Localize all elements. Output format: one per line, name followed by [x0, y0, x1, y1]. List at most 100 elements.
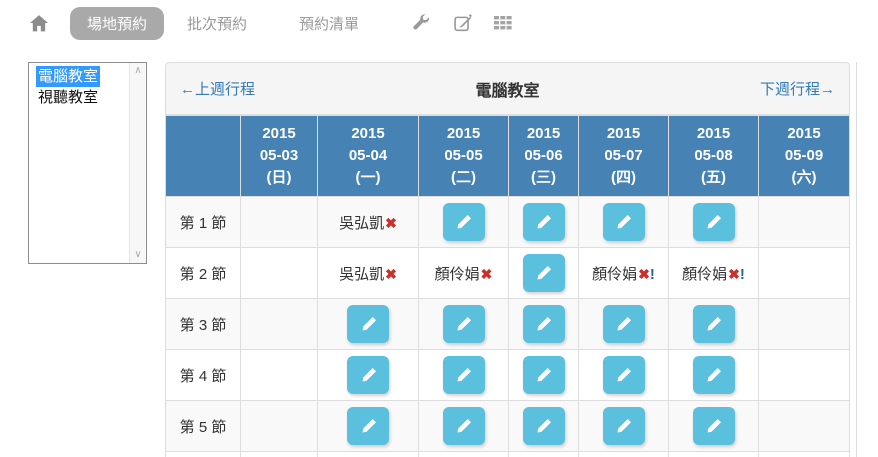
schedule-row: 第 4 節	[166, 350, 850, 401]
schedule-cell-clipped	[759, 452, 850, 457]
period-label: 第 3 節	[166, 299, 241, 350]
date-header-weekday: (二)	[419, 167, 508, 189]
date-header-cell: 201505-05(二)	[419, 116, 509, 197]
date-header-cell: 201505-07(四)	[579, 116, 669, 197]
schedule-cell-available	[579, 350, 669, 401]
tab-batch-booking[interactable]: 批次預約	[170, 7, 264, 40]
schedule-cell-empty	[241, 197, 318, 248]
date-header-cell: 201505-04(一)	[318, 116, 419, 197]
reserve-button[interactable]	[443, 203, 485, 241]
booker-name: 吳弘凱	[339, 215, 384, 232]
pencil-icon	[616, 215, 631, 230]
schedule-cell-empty	[759, 197, 850, 248]
grid-icon[interactable]	[494, 16, 512, 30]
pencil-icon	[706, 317, 721, 332]
reserve-button[interactable]	[693, 407, 735, 445]
reserve-button[interactable]	[347, 407, 389, 445]
reserve-button[interactable]	[693, 203, 735, 241]
schedule-cell-available	[318, 401, 419, 452]
date-header-cell: 201505-06(三)	[509, 116, 579, 197]
reserve-button[interactable]	[523, 203, 565, 241]
schedule-cell-empty	[759, 299, 850, 350]
reserve-button[interactable]	[347, 305, 389, 343]
date-header-date: 05-09	[759, 145, 849, 167]
schedule-cell-available	[579, 299, 669, 350]
schedule-cell-available	[669, 401, 759, 452]
schedule-row: 第 5 節	[166, 401, 850, 452]
reserve-button[interactable]	[443, 356, 485, 394]
corner-header-cell	[166, 116, 241, 197]
schedule-cell-available	[419, 197, 509, 248]
schedule-row: 第 3 節	[166, 299, 850, 350]
date-header-year: 2015	[318, 123, 418, 145]
date-header-cell: 201505-03(日)	[241, 116, 318, 197]
schedule-cell-available	[579, 401, 669, 452]
date-header-row: 201505-03(日)201505-04(一)201505-05(二)2015…	[166, 116, 850, 197]
reserve-button[interactable]	[603, 356, 645, 394]
pencil-icon	[361, 419, 376, 434]
date-header-weekday: (五)	[669, 167, 758, 189]
schedule-row-partial	[166, 452, 850, 457]
date-header-date: 05-05	[419, 145, 508, 167]
scroll-up-icon[interactable]: ∧	[134, 66, 141, 76]
pencil-icon	[456, 317, 471, 332]
schedule-cell-clipped	[241, 452, 318, 457]
scroll-down-icon[interactable]: ∨	[134, 250, 141, 260]
cancel-booking-icon[interactable]: ✖	[728, 266, 740, 282]
schedule-title: 電腦教室	[475, 77, 539, 101]
cancel-booking-icon[interactable]: ✖	[385, 215, 397, 231]
booker-name: 吳弘凱	[339, 266, 384, 283]
schedule-cell-clipped	[166, 452, 241, 457]
pencil-icon	[456, 215, 471, 230]
wrench-icon[interactable]	[412, 14, 430, 32]
reserve-button[interactable]	[603, 305, 645, 343]
prev-week-link[interactable]: ←上週行程	[180, 78, 255, 99]
cancel-booking-icon[interactable]: ✖	[385, 266, 397, 282]
date-header-year: 2015	[509, 123, 578, 145]
warning-exclamation-icon: !	[650, 266, 655, 283]
schedule-cell-booked: 顏伶娟✖!	[669, 248, 759, 299]
reserve-button[interactable]	[693, 305, 735, 343]
pencil-icon	[361, 368, 376, 383]
reserve-button[interactable]	[523, 254, 565, 292]
reserve-button[interactable]	[347, 356, 389, 394]
edit-icon[interactable]	[454, 14, 472, 32]
schedule-cell-empty	[241, 299, 318, 350]
tab-venue-booking[interactable]: 場地預約	[70, 7, 164, 40]
reserve-button[interactable]	[443, 407, 485, 445]
period-label: 第 4 節	[166, 350, 241, 401]
schedule-cell-empty	[759, 401, 850, 452]
schedule-cell-available	[669, 197, 759, 248]
date-header-year: 2015	[759, 123, 849, 145]
date-header-date: 05-07	[579, 145, 668, 167]
date-header-year: 2015	[419, 123, 508, 145]
reserve-button[interactable]	[443, 305, 485, 343]
reserve-button[interactable]	[693, 356, 735, 394]
tab-booking-list[interactable]: 預約清單	[282, 7, 376, 40]
schedule-cell-available	[318, 350, 419, 401]
reserve-button[interactable]	[523, 305, 565, 343]
period-label: 第 2 節	[166, 248, 241, 299]
home-icon[interactable]	[30, 15, 48, 32]
cancel-booking-icon[interactable]: ✖	[481, 266, 493, 282]
pencil-icon	[536, 215, 551, 230]
pencil-icon	[456, 419, 471, 434]
schedule-cell-available	[509, 401, 579, 452]
date-header-date: 05-06	[509, 145, 578, 167]
next-week-link[interactable]: 下週行程→	[760, 78, 835, 99]
schedule-panel-header: ←上週行程 電腦教室 下週行程→	[165, 62, 850, 115]
schedule-cell-empty	[241, 401, 318, 452]
schedule-row: 第 1 節吳弘凱✖	[166, 197, 850, 248]
reserve-button[interactable]	[523, 356, 565, 394]
listbox-scrollbar[interactable]: ∧ ∨	[129, 63, 146, 263]
reserve-button[interactable]	[603, 407, 645, 445]
room-item-label: 視聽教室	[36, 87, 100, 108]
reserve-button[interactable]	[603, 203, 645, 241]
cancel-booking-icon[interactable]: ✖	[638, 266, 650, 282]
schedule-panel: ←上週行程 電腦教室 下週行程→ 201505-03(日)201505-04(一…	[165, 62, 850, 457]
pencil-icon	[536, 266, 551, 281]
warning-exclamation-icon: !	[740, 266, 745, 283]
schedule-cell-available	[318, 299, 419, 350]
reserve-button[interactable]	[523, 407, 565, 445]
schedule-cell-booked: 吳弘凱✖	[318, 248, 419, 299]
